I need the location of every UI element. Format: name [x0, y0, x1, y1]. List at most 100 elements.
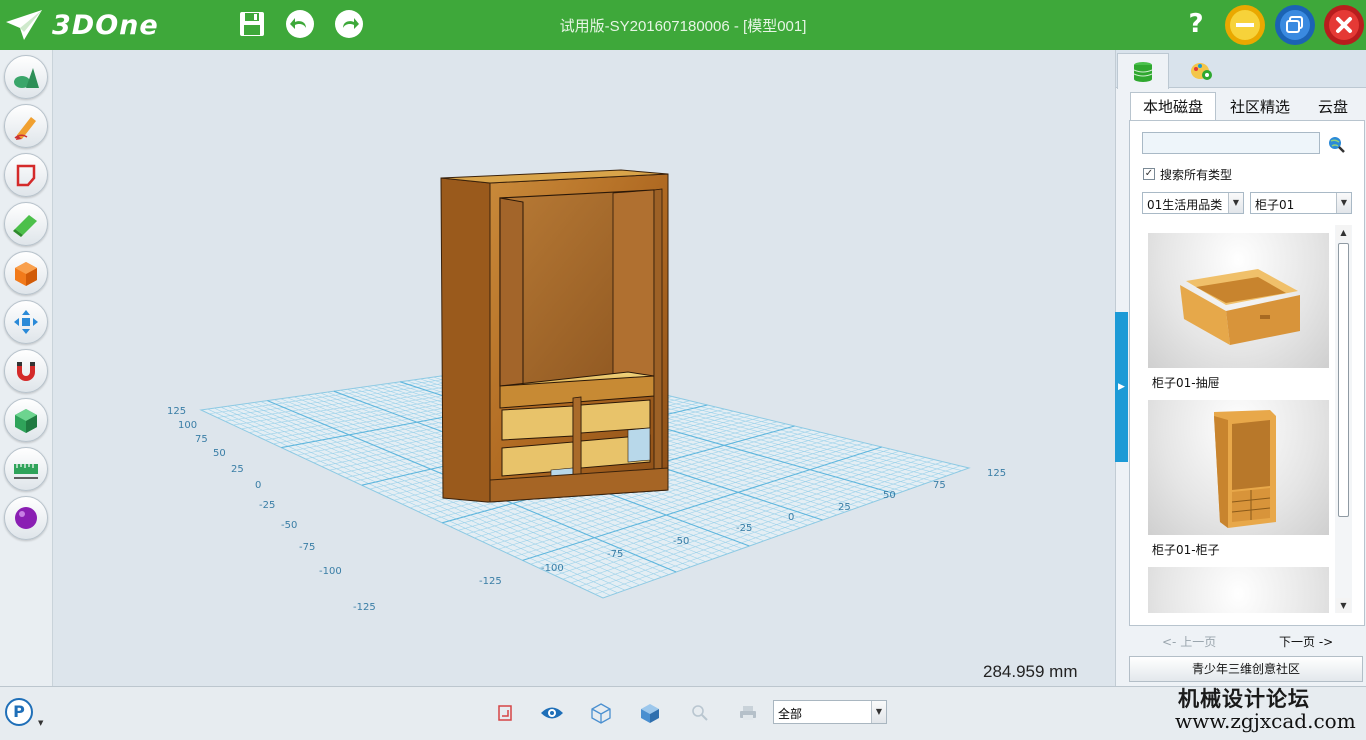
special-function-icon	[15, 262, 37, 286]
scroll-thumb[interactable]	[1338, 243, 1349, 517]
material-palette-icon	[1191, 63, 1212, 80]
feature-extrude-icon	[13, 215, 37, 237]
combine-magnet-icon	[17, 362, 35, 381]
assembly-icon	[15, 409, 37, 433]
category-select[interactable]: 01生活用品类 ▼	[1142, 192, 1244, 214]
feature-extrude-button[interactable]	[4, 202, 48, 246]
grid-label: 100	[178, 420, 197, 431]
tab-cloud-disk[interactable]: 云盘	[1308, 92, 1358, 120]
grid-label: 75	[933, 480, 946, 491]
thumbnail-scrollbar[interactable]: ▲ ▼	[1335, 225, 1352, 613]
special-function-button[interactable]	[4, 251, 48, 295]
bottom-toolbar: P ▼ 全部 ▼ 机械设计论坛 www.zgjxcad.com	[0, 686, 1366, 740]
measure-button[interactable]	[4, 447, 48, 491]
cabinet-model[interactable]	[440, 169, 669, 503]
grid-label: -25	[259, 500, 275, 511]
sketch-edit-icon	[16, 164, 36, 187]
next-page-link[interactable]: 下一页 ->	[1279, 633, 1333, 650]
chevron-down-icon: ▼	[871, 701, 886, 723]
list-item[interactable]	[1148, 567, 1329, 613]
close-icon	[1329, 10, 1359, 40]
minimize-button[interactable]	[1225, 5, 1265, 45]
panel-top-tabs	[1116, 50, 1366, 89]
primitive-shapes-icon	[14, 68, 39, 88]
database-icon	[1133, 61, 1153, 82]
move-icon	[14, 310, 38, 334]
local-disk-content: ✓ 搜索所有类型 01生活用品类 ▼ 柜子01 ▼ 柜子01-抽屉 柜子01-柜…	[1129, 120, 1365, 626]
model-caption: 柜子01-柜子	[1152, 543, 1220, 557]
minimize-icon	[1230, 10, 1260, 40]
subcategory-select-value: 柜子01	[1255, 198, 1295, 212]
material-color-button[interactable]	[4, 496, 48, 540]
chevron-down-icon: ▼	[1228, 193, 1243, 213]
model-thumbnail-partial	[1148, 567, 1329, 613]
help-button[interactable]: ?	[1183, 9, 1209, 41]
sketch-pencil-icon	[14, 117, 36, 140]
community-button[interactable]: 青少年三维创意社区	[1129, 656, 1363, 682]
zoom-fit-button[interactable]	[687, 700, 713, 726]
search-all-types-label: 搜索所有类型	[1160, 168, 1233, 182]
cabinet-preview-image	[1214, 410, 1276, 528]
panel-collapse-handle[interactable]: ▶	[1115, 312, 1128, 462]
filter-select[interactable]: 全部 ▼	[773, 700, 887, 724]
model-thumbnail-list: 柜子01-抽屉 柜子01-柜子	[1131, 225, 1349, 613]
grid-label: -50	[281, 520, 297, 531]
wireframe-cube-icon	[591, 703, 611, 724]
grid-label: 25	[838, 502, 851, 513]
print-button[interactable]	[735, 700, 761, 726]
prev-page-link[interactable]: <- 上一页	[1162, 633, 1216, 650]
grid-label: -125	[479, 576, 502, 587]
watermark-url: www.zgjxcad.com	[1175, 709, 1356, 733]
chevron-right-icon: ▶	[1118, 382, 1125, 392]
view-shaded-button[interactable]	[637, 700, 663, 726]
view-wireframe-button[interactable]	[588, 700, 614, 726]
tab-model-library[interactable]	[1117, 53, 1169, 89]
grid-label: -50	[673, 536, 689, 547]
measure-readout: 284.959 mm	[983, 662, 1078, 681]
restore-button[interactable]	[1275, 5, 1315, 45]
scene-canvas: 125 75 50 25 0 -25 -50 -75 -100 -125 125…	[167, 169, 1006, 613]
scroll-down-icon[interactable]: ▼	[1336, 598, 1351, 613]
view-visibility-button[interactable]	[539, 700, 565, 726]
grid-label: -100	[319, 566, 342, 577]
measure-icon	[14, 464, 38, 479]
search-button[interactable]	[1326, 134, 1346, 154]
search-all-types-checkbox[interactable]: ✓	[1143, 168, 1155, 180]
left-toolbar	[0, 50, 53, 686]
primitive-shapes-button[interactable]	[4, 55, 48, 99]
subcategory-select[interactable]: 柜子01 ▼	[1250, 192, 1352, 214]
sketch-edit-button[interactable]	[4, 153, 48, 197]
move-button[interactable]	[4, 300, 48, 344]
restore-icon	[1280, 10, 1310, 40]
grid-label: 125	[987, 468, 1006, 479]
chevron-down-icon: ▼	[1336, 193, 1351, 213]
grid-label: 50	[883, 490, 896, 501]
category-select-value: 01生活用品类	[1147, 198, 1223, 212]
3d-viewport[interactable]: 125 75 50 25 0 -25 -50 -75 -100 -125 125…	[53, 50, 1115, 686]
resource-panel: 本地磁盘 社区精选 云盘 ✓ 搜索所有类型 01生活用品类 ▼ 柜子01 ▼ 柜…	[1115, 50, 1366, 686]
tab-local-disk[interactable]: 本地磁盘	[1130, 92, 1216, 120]
material-color-icon	[15, 507, 37, 529]
tab-community-picks[interactable]: 社区精选	[1220, 92, 1300, 120]
p-button[interactable]: P	[5, 698, 33, 726]
view-sketch-button[interactable]	[492, 700, 518, 726]
grid-label: -75	[607, 549, 623, 560]
eye-icon	[541, 707, 563, 719]
model-thumbnail-drawer	[1148, 233, 1329, 368]
grid-label: 0	[255, 480, 261, 491]
tab-material-library[interactable]	[1176, 53, 1228, 89]
printer-icon	[740, 706, 756, 720]
sketch-view-icon	[498, 705, 512, 721]
filter-select-value: 全部	[778, 707, 803, 721]
list-item[interactable]: 柜子01-柜子	[1148, 400, 1329, 558]
scroll-up-icon[interactable]: ▲	[1336, 225, 1351, 240]
shaded-cube-icon	[641, 704, 659, 723]
sketch-pencil-button[interactable]	[4, 104, 48, 148]
assembly-button[interactable]	[4, 398, 48, 442]
search-input[interactable]	[1142, 132, 1320, 154]
combine-magnet-button[interactable]	[4, 349, 48, 393]
list-item[interactable]: 柜子01-抽屉	[1148, 233, 1329, 391]
grid-label: 25	[231, 464, 244, 475]
close-button[interactable]	[1324, 5, 1364, 45]
caret-down-icon[interactable]: ▼	[38, 719, 43, 727]
